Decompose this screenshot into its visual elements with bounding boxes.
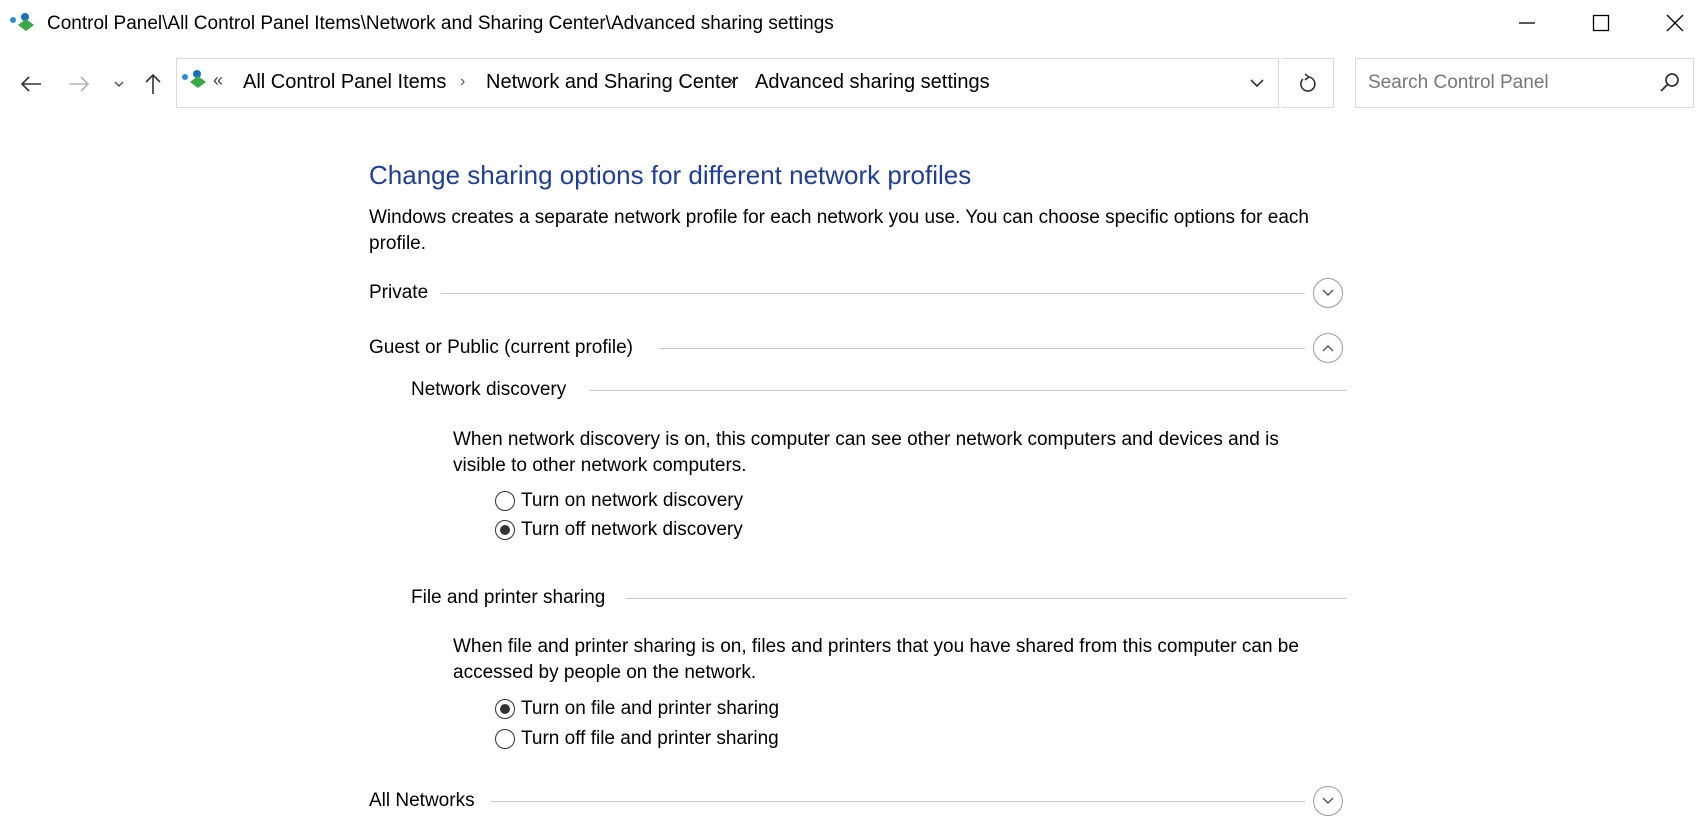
- close-icon: [1666, 14, 1684, 32]
- refresh-button[interactable]: [1282, 58, 1334, 108]
- breadcrumb-advanced-sharing[interactable]: Advanced sharing settings: [755, 71, 990, 94]
- profile-all-networks[interactable]: All Networks: [369, 784, 1347, 818]
- chevron-down-icon: [1250, 79, 1264, 88]
- network-discovery-label: Network discovery: [411, 379, 567, 400]
- radio-button-selected[interactable]: [495, 520, 515, 540]
- profile-guest-label[interactable]: Guest or Public (current profile): [369, 337, 643, 359]
- radio-network-discovery-on[interactable]: Turn on network discovery: [495, 488, 743, 514]
- divider-line: [626, 598, 1347, 599]
- address-dropdown-button[interactable]: [1237, 59, 1277, 107]
- radio-label[interactable]: Turn off file and printer sharing: [521, 728, 779, 750]
- refresh-icon: [1299, 73, 1316, 92]
- network-discovery-description: When network discovery is on, this compu…: [453, 429, 1279, 476]
- collapse-guest-button[interactable]: [1313, 333, 1343, 363]
- radio-file-sharing-off[interactable]: Turn off file and printer sharing: [495, 726, 779, 752]
- network-discovery-heading: Network discovery: [411, 375, 1347, 405]
- search-icon[interactable]: [1658, 71, 1682, 95]
- file-sharing-heading: File and printer sharing: [411, 583, 1347, 613]
- expand-private-button[interactable]: [1313, 278, 1343, 308]
- page-title: Change sharing options for different net…: [369, 160, 972, 190]
- radio-file-sharing-on[interactable]: Turn on file and printer sharing: [495, 696, 779, 722]
- up-button[interactable]: [138, 66, 168, 102]
- address-bar[interactable]: « All Control Panel Items › Network and …: [176, 58, 1279, 108]
- back-button[interactable]: [14, 66, 48, 102]
- radio-network-discovery-off[interactable]: Turn off network discovery: [495, 517, 743, 543]
- file-sharing-description: When file and printer sharing is on, fil…: [453, 636, 1299, 683]
- radio-label[interactable]: Turn on file and printer sharing: [521, 698, 779, 720]
- breadcrumb-network-center[interactable]: Network and Sharing Center: [486, 71, 738, 94]
- divider-line: [441, 293, 1305, 294]
- search-box[interactable]: [1355, 58, 1694, 108]
- chevron-up-icon: [1322, 345, 1334, 352]
- divider-line: [659, 348, 1305, 349]
- recent-locations-button[interactable]: [108, 66, 130, 102]
- minimize-icon: [1519, 22, 1535, 24]
- radio-selected-indicator: [500, 525, 510, 535]
- profile-private[interactable]: Private: [369, 276, 1347, 310]
- profile-all-networks-label[interactable]: All Networks: [369, 790, 485, 812]
- radio-label[interactable]: Turn on network discovery: [521, 490, 743, 512]
- close-button[interactable]: [1647, 0, 1699, 46]
- forward-button[interactable]: [62, 66, 96, 102]
- back-arrow-icon: [20, 76, 41, 92]
- radio-button-selected[interactable]: [495, 699, 515, 719]
- breadcrumb-all-items[interactable]: All Control Panel Items: [243, 71, 446, 94]
- radio-label[interactable]: Turn off network discovery: [521, 519, 743, 541]
- chevron-down-icon: [1322, 289, 1334, 296]
- forward-arrow-icon: [69, 76, 90, 92]
- window-title: Control Panel\All Control Panel Items\Ne…: [47, 13, 834, 34]
- breadcrumb-separator[interactable]: ›: [729, 73, 734, 91]
- title-bar: Control Panel\All Control Panel Items\Ne…: [0, 0, 1699, 46]
- minimize-button[interactable]: [1499, 0, 1555, 46]
- search-input[interactable]: [1368, 69, 1638, 97]
- breadcrumb-overflow[interactable]: «: [213, 70, 223, 91]
- radio-button[interactable]: [495, 729, 515, 749]
- breadcrumb-separator[interactable]: ›: [460, 73, 465, 91]
- maximize-button[interactable]: [1573, 0, 1629, 46]
- file-sharing-label: File and printer sharing: [411, 587, 606, 608]
- profile-private-label[interactable]: Private: [369, 282, 439, 304]
- maximize-icon: [1592, 14, 1610, 32]
- radio-button[interactable]: [495, 491, 515, 511]
- divider-line: [589, 390, 1347, 391]
- network-icon: [182, 70, 206, 88]
- network-icon: [10, 13, 34, 31]
- expand-all-networks-button[interactable]: [1313, 786, 1343, 816]
- chevron-down-icon: [114, 81, 124, 88]
- chevron-down-icon: [1322, 797, 1334, 804]
- radio-selected-indicator: [500, 704, 510, 714]
- profile-guest-public[interactable]: Guest or Public (current profile): [369, 331, 1347, 365]
- page-description: Windows creates a separate network profi…: [369, 207, 1309, 254]
- up-arrow-icon: [145, 73, 161, 94]
- divider-line: [491, 801, 1305, 802]
